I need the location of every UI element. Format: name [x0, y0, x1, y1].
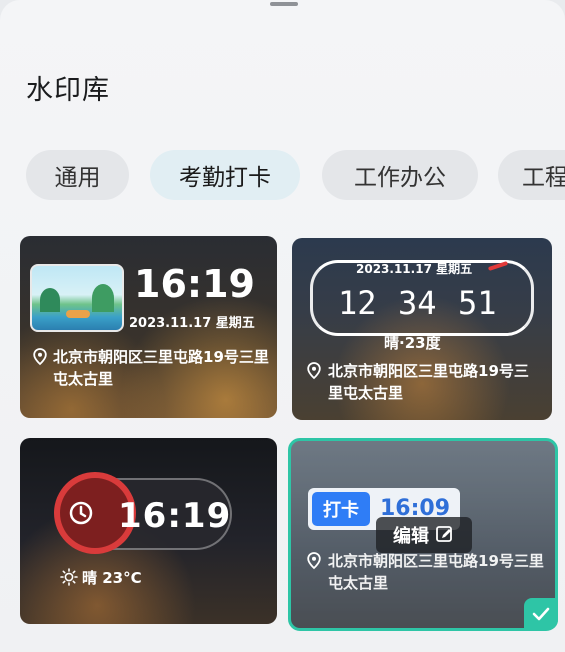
watermark-card-dark-clock[interactable]: 16:19 晴 23°C: [20, 438, 277, 624]
edit-button[interactable]: 编辑: [376, 517, 472, 553]
tab-engineering[interactable]: 工程: [498, 150, 565, 200]
watermark-time: 16:19: [118, 496, 232, 536]
clock-second: 51: [458, 284, 497, 322]
location-pin-icon: [307, 552, 321, 570]
checkin-badge: 打卡: [312, 492, 370, 526]
location-pin-icon: [33, 348, 47, 366]
category-tabs: 通用 考勤打卡 工作办公 工程: [0, 150, 565, 202]
watermark-weather: 晴 23°C: [82, 569, 142, 587]
location-pin-icon: [307, 362, 321, 380]
tab-attendance[interactable]: 考勤打卡: [150, 150, 300, 200]
clock-hour: 12: [338, 284, 377, 322]
tab-general[interactable]: 通用: [26, 150, 129, 200]
watermark-address: 北京市朝阳区三里屯路19号三里屯太古里: [328, 552, 544, 592]
watermark-card-digital-clock[interactable]: 2023.11.17 星期五 12 34 51 晴·23度 北京市朝阳区三里屯路…: [292, 238, 552, 420]
watermark-date: 2023.11.17 星期五: [356, 262, 473, 276]
landscape-illustration: [30, 264, 124, 332]
clock-minute: 34: [398, 284, 437, 322]
watermark-date: 2023.11.17 星期五: [129, 316, 255, 331]
sun-icon: [60, 568, 78, 586]
watermark-address: 北京市朝阳区三里屯路19号三里屯太古里: [53, 348, 269, 388]
watermark-time: 16:19: [134, 262, 255, 306]
check-icon: [524, 598, 558, 630]
tab-office-work[interactable]: 工作办公: [322, 150, 478, 200]
watermark-address: 北京市朝阳区三里屯路19号三里屯太古里: [328, 362, 529, 402]
page-title: 水印库: [26, 75, 110, 106]
edit-icon: [436, 526, 452, 542]
watermark-card-landscape[interactable]: 16:19 2023.11.17 星期五 北京市朝阳区三里屯路19号三里屯太古里: [20, 236, 277, 418]
watermark-library-sheet: 水印库 通用 考勤打卡 工作办公 工程 16:19 2023.11.17 星期五…: [0, 0, 565, 652]
drag-handle[interactable]: [270, 2, 298, 6]
watermark-weather: 晴·23度: [384, 334, 441, 352]
edit-label: 编辑: [393, 526, 429, 547]
clock-icon: [69, 501, 93, 525]
watermark-card-checkin[interactable]: 打卡 16:09 编辑 北京市朝阳区三里屯路19号三里屯太古里: [290, 440, 556, 629]
